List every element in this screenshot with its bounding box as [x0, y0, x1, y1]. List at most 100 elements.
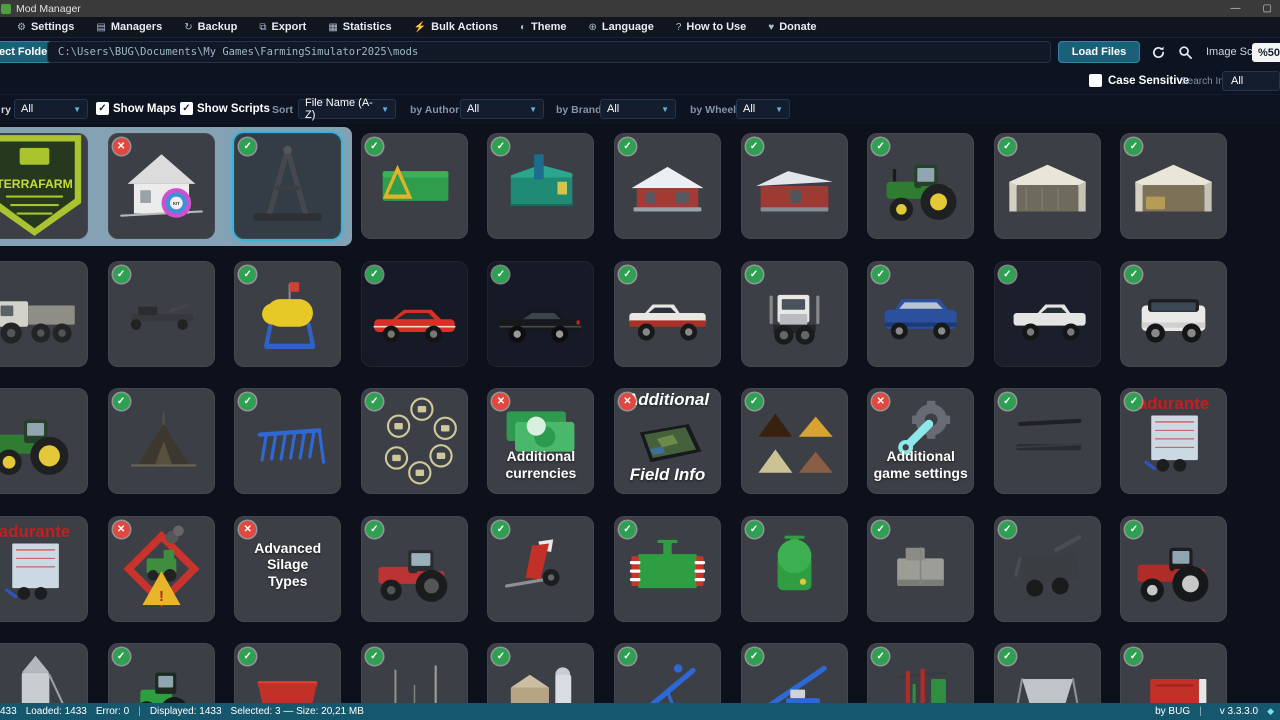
mod-tile[interactable]: AdditionalField Info✕ [614, 388, 721, 494]
menu-bar: ⚙Settings▤Managers↻Backup⧉Export▦Statist… [0, 17, 1280, 38]
mod-manager-window: Mod Manager — ▢ ⚙Settings▤Managers↻Backu… [0, 0, 1280, 720]
status-ok-badge: ✓ [366, 521, 383, 538]
menu-item-label: Language [602, 21, 654, 33]
menu-item-label: Statistics [343, 21, 392, 33]
mod-tile[interactable]: ✓ [1120, 133, 1227, 239]
author-select[interactable]: All▼ [460, 99, 544, 119]
mod-tile[interactable]: ✓ [361, 388, 468, 494]
mod-tile[interactable]: ✓ [361, 133, 468, 239]
mod-tile[interactable]: ✓ [487, 133, 594, 239]
menu-item-theme[interactable]: ◐Theme [509, 17, 578, 38]
mod-tile[interactable]: ✓ [741, 516, 848, 622]
menu-item-label: Managers [111, 21, 162, 33]
menu-item-statistics[interactable]: ▦Statistics [317, 17, 402, 38]
mod-tile[interactable]: ✓ [741, 388, 848, 494]
mod-tile[interactable] [0, 643, 88, 703]
mod-tile[interactable]: ✓ [234, 261, 341, 367]
case-sensitive-label: Case Sensitive [1108, 75, 1189, 87]
status-ok-badge: ✓ [239, 266, 256, 283]
mod-tile[interactable]: ✓ [1120, 516, 1227, 622]
mod-tile[interactable]: ✓ [614, 133, 721, 239]
menu-item-label: Backup [198, 21, 238, 33]
window-maximize-button[interactable]: ▢ [1263, 3, 1272, 14]
mod-tile[interactable]: Additional game settings✕ [867, 388, 974, 494]
status-ok-badge: ✓ [999, 521, 1016, 538]
mod-tile[interactable]: ✓ [741, 643, 848, 703]
mod-tile[interactable]: ✓ [994, 133, 1101, 239]
mod-tile[interactable]: Additional currencies✕ [487, 388, 594, 494]
mod-tile[interactable]: ✓ [994, 516, 1101, 622]
toolbar: Select Folder C:\Users\BUG\Documents\My … [0, 38, 1280, 67]
search-button[interactable] [1173, 41, 1197, 63]
menu-item-export[interactable]: ⧉Export [248, 17, 317, 38]
update-icon[interactable]: ◆ [1267, 706, 1274, 717]
menu-item-backup[interactable]: ↻Backup [173, 17, 248, 38]
mod-tile[interactable]: ✓ [994, 643, 1101, 703]
filter-bar: ry All▼ ✓ Show Maps ✓ Show Scripts Sort … [0, 95, 1280, 124]
mod-tile[interactable]: ✓ [867, 516, 974, 622]
menu-item-settings[interactable]: ⚙Settings [6, 17, 85, 38]
show-maps-checkbox[interactable]: ✓ [96, 102, 109, 115]
mod-tile[interactable]: !✕ [108, 516, 215, 622]
show-scripts-label: Show Scripts [197, 103, 270, 115]
load-files-button[interactable]: Load Files [1058, 41, 1140, 63]
menu-item-how-to-use[interactable]: ?How to Use [665, 17, 757, 38]
mod-tile[interactable]: ✓ [994, 388, 1101, 494]
mod-tile[interactable]: ✓ [108, 643, 215, 703]
wheel-select[interactable]: All▼ [736, 99, 790, 119]
mod-tile[interactable]: adurante✓ [1120, 388, 1227, 494]
mod-tile[interactable]: adurante [0, 516, 88, 622]
mod-tile[interactable]: ✓ [108, 388, 215, 494]
mod-tile[interactable]: ✓ [361, 516, 468, 622]
mod-tile[interactable]: KIT✕ [108, 133, 215, 239]
mod-tile[interactable] [0, 261, 88, 367]
mod-tile[interactable]: ✓ [487, 261, 594, 367]
category-select[interactable]: All▼ [14, 99, 88, 119]
menu-item-donate[interactable]: ♥Donate [757, 17, 827, 38]
window-minimize-button[interactable]: — [1231, 3, 1241, 14]
mod-tile[interactable]: ✓ [1120, 643, 1227, 703]
menu-item-managers[interactable]: ▤Managers [85, 17, 173, 38]
status-ok-badge: ✓ [999, 648, 1016, 665]
mod-tile[interactable]: ✓ [994, 261, 1101, 367]
menu-item-bulk-actions[interactable]: ⚡Bulk Actions [403, 17, 509, 38]
mod-tile[interactable]: ✓ [108, 261, 215, 367]
menu-item-language[interactable]: ⊕Language [577, 17, 664, 38]
sort-select[interactable]: File Name (A-Z)▼ [298, 99, 396, 119]
status-author: by BUG [1155, 706, 1190, 717]
refresh-button[interactable] [1146, 41, 1170, 63]
mod-tile[interactable]: ✓ [614, 516, 721, 622]
mod-tile[interactable] [0, 388, 88, 494]
brand-select[interactable]: All▼ [600, 99, 676, 119]
status-ok-badge: ✓ [1125, 521, 1142, 538]
mod-tile[interactable]: ✓ [867, 643, 974, 703]
status-ok-badge: ✓ [619, 138, 636, 155]
menu-item-label: Theme [531, 21, 566, 33]
search-in-select[interactable]: All [1222, 71, 1280, 91]
mod-tile[interactable]: ✓ [867, 133, 974, 239]
mod-tile[interactable]: ✓ [361, 261, 468, 367]
search-options-row: Case Sensitive Search In All [0, 67, 1280, 95]
image-scale-value[interactable]: %50 [1252, 43, 1280, 62]
show-scripts-checkbox[interactable]: ✓ [180, 102, 193, 115]
mod-tile[interactable]: ✓ [361, 643, 468, 703]
case-sensitive-checkbox[interactable] [1089, 74, 1102, 87]
mod-tile[interactable]: ✓ [234, 388, 341, 494]
mod-tile[interactable]: ✓ [614, 261, 721, 367]
mod-tile[interactable]: ✓ [867, 261, 974, 367]
export-icon: ⧉ [259, 22, 266, 33]
mod-tile[interactable]: ✓ [487, 643, 594, 703]
mod-tile[interactable]: ✓ [741, 261, 848, 367]
search-icon [1178, 45, 1193, 60]
mod-tile[interactable]: ✓ [741, 133, 848, 239]
mod-tile[interactable]: ✓ [487, 516, 594, 622]
mod-tile[interactable]: ✓ [234, 133, 341, 239]
mod-tile[interactable]: ✓ [1120, 261, 1227, 367]
status-error-badge: ✕ [113, 138, 130, 155]
mod-tile[interactable]: TERRAFARM [0, 133, 88, 239]
mod-tile[interactable]: Advanced Silage Types✕ [234, 516, 341, 622]
refresh-icon [1151, 45, 1166, 60]
mod-tile[interactable]: ✓ [614, 643, 721, 703]
mod-tile[interactable]: ✓ [234, 643, 341, 703]
mods-path-input[interactable]: C:\Users\BUG\Documents\My Games\FarmingS… [47, 41, 1051, 63]
